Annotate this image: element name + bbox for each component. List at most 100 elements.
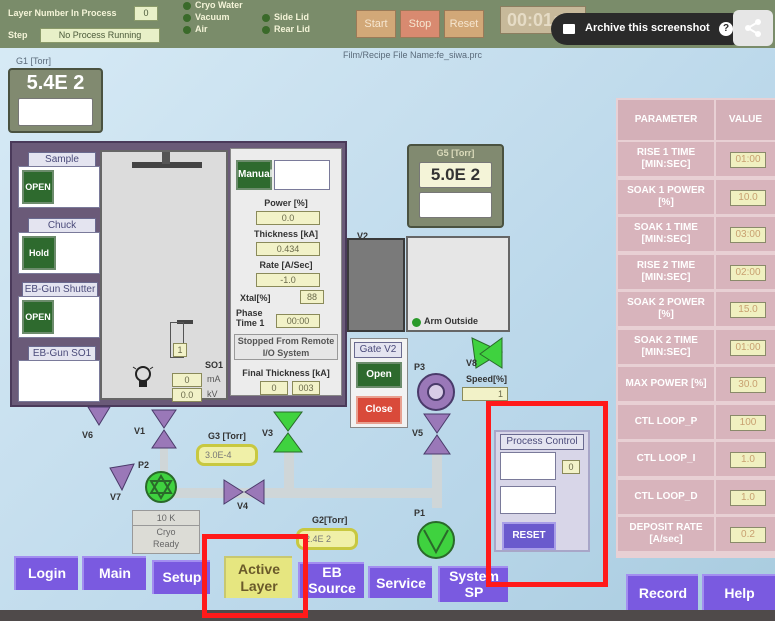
valve-v3-icon[interactable] [272, 410, 304, 454]
final-thickness-int: 0 [260, 381, 288, 395]
param-value-input[interactable]: 1.0 [730, 452, 766, 468]
v8-label: V8 [466, 358, 478, 368]
nav-main-button[interactable]: Main [82, 556, 146, 590]
nav-service-button[interactable]: Service [368, 566, 432, 598]
param-value-input[interactable]: 10.0 [730, 190, 766, 206]
turbo-pump-p3-icon[interactable] [416, 372, 456, 412]
g3-label: G3 [Torr] [208, 431, 246, 441]
so1-ma-value: 0 [172, 373, 202, 387]
foreline-pipe [150, 488, 440, 498]
v3-label: V3 [262, 428, 274, 438]
g1-label: G1 [Torr] [16, 56, 52, 66]
param-value-input[interactable]: 1.0 [730, 490, 766, 506]
process-status-text: Stopped From Remote I/O System [234, 334, 338, 360]
xtal-label: Xtal[%] [240, 293, 271, 303]
p3-label: P3 [414, 362, 426, 372]
valve-v5-icon[interactable] [422, 412, 452, 456]
power-label: Power [%] [264, 198, 308, 208]
final-thickness-label: Final Thickness [kA] [242, 368, 330, 378]
param-value-cell: 15.0 [716, 292, 775, 328]
share-button[interactable] [733, 10, 773, 46]
param-value-input[interactable]: 30.0 [730, 377, 766, 393]
stop-button[interactable]: Stop [400, 10, 440, 38]
xtal-value: 88 [300, 290, 324, 304]
nav-login-button[interactable]: Login [14, 556, 78, 590]
eb-gun-so1-box[interactable] [18, 360, 100, 402]
g5-value: 5.0E 2 [419, 162, 492, 188]
valve-v6-icon[interactable] [86, 405, 112, 427]
param-name: DEPOSIT RATE [A/sec] [618, 517, 714, 553]
param-name: CTL LOOP_P [618, 405, 714, 441]
manual-button[interactable]: Manual [236, 160, 272, 190]
reset-button[interactable]: Reset [444, 10, 484, 38]
v4-label: V4 [237, 501, 249, 511]
sample-shutter-open-button[interactable]: OPEN [22, 170, 54, 204]
param-name: MAX POWER [%] [618, 367, 714, 403]
start-button[interactable]: Start [356, 10, 396, 38]
archive-icon [563, 24, 575, 34]
cryo-pump-p2-icon[interactable] [144, 470, 178, 504]
arm-status-label: Arm Outside [424, 316, 479, 326]
param-value-input[interactable]: 01:00 [730, 152, 766, 168]
manual-display [274, 160, 330, 190]
nav-eb-source-line2: Source [308, 580, 356, 596]
param-name: SOAK 2 POWER [%] [618, 292, 714, 328]
side-lid-led-icon [262, 14, 270, 22]
valve-v7-icon[interactable] [108, 462, 138, 492]
gate-valve-v2[interactable] [347, 238, 405, 332]
help-circle-icon: ? [719, 22, 733, 36]
so1-label: SO1 [205, 360, 224, 370]
final-thickness-dec: 003 [292, 381, 320, 395]
param-value-cell: 30.0 [716, 367, 775, 403]
so1-kv-unit: kV [207, 389, 218, 399]
air-label: Air [195, 24, 208, 34]
param-value-cell: 1.0 [716, 442, 775, 478]
param-value-cell: 1.0 [716, 480, 775, 516]
param-name: SOAK 1 POWER [%] [618, 180, 714, 216]
speed-label: Speed[%] [466, 374, 508, 384]
valve-v1-icon[interactable] [150, 408, 178, 450]
param-value-input[interactable]: 15.0 [730, 302, 766, 318]
vacuum-label: Vacuum [195, 12, 230, 22]
param-name: RISE 1 TIME [MIN:SEC] [618, 142, 714, 178]
nav-record-button[interactable]: Record [626, 574, 698, 610]
param-value-cell: 100 [716, 405, 775, 441]
nav-help-button[interactable]: Help [702, 574, 775, 610]
lightbulb-icon [132, 366, 154, 387]
eb-gun-shutter-open-button[interactable]: OPEN [22, 300, 54, 334]
param-value-input[interactable]: 100 [730, 415, 766, 431]
archive-screenshot-chip[interactable]: Archive this screenshot ? [551, 13, 748, 45]
speed-value: 1 [462, 387, 508, 401]
param-value-input[interactable]: 01:00 [730, 340, 766, 356]
g1-gauge: 5.4E 2 [8, 68, 103, 133]
g5-label: G5 [Torr] [436, 148, 475, 158]
param-name: RISE 2 TIME [MIN:SEC] [618, 255, 714, 291]
layer-number-label: Layer Number In Process [8, 8, 117, 18]
param-value-cell: 01:00 [716, 330, 775, 366]
g3-value: 3.0E-4 [196, 444, 258, 466]
g5-gauge: G5 [Torr] 5.0E 2 [407, 144, 504, 228]
param-value-input[interactable]: 02:00 [730, 265, 766, 281]
param-name: CTL LOOP_D [618, 480, 714, 516]
param-name: CTL LOOP_I [618, 442, 714, 478]
value-header: VALUE [716, 100, 775, 140]
param-value-input[interactable]: 03:00 [730, 227, 766, 243]
so1-kv-value: 0.0 [172, 388, 202, 402]
gate-v2-title: Gate V2 [354, 342, 402, 358]
phase-time-value: 00:00 [276, 314, 320, 328]
gate-close-button[interactable]: Close [356, 396, 402, 424]
highlight-active-layer [202, 534, 308, 618]
param-value-cell: 01:00 [716, 142, 775, 178]
p1-label: P1 [414, 508, 426, 518]
roughing-pump-p1-icon[interactable] [416, 520, 456, 560]
rate-value: -1.0 [256, 273, 320, 287]
gate-open-button[interactable]: Open [356, 362, 402, 388]
recipe-file-name: Film/Recipe File Name:fe_siwa.prc [343, 50, 483, 60]
arm-status-led-icon [412, 318, 421, 327]
rear-lid-led-icon [262, 26, 270, 34]
cryo-water-label: Cryo Water [195, 0, 243, 10]
chuck-hold-button[interactable]: Hold [22, 236, 56, 270]
so1-index: 1 [173, 343, 187, 357]
vacuum-led-icon [183, 14, 191, 22]
param-value-input[interactable]: 0.2 [730, 527, 766, 543]
